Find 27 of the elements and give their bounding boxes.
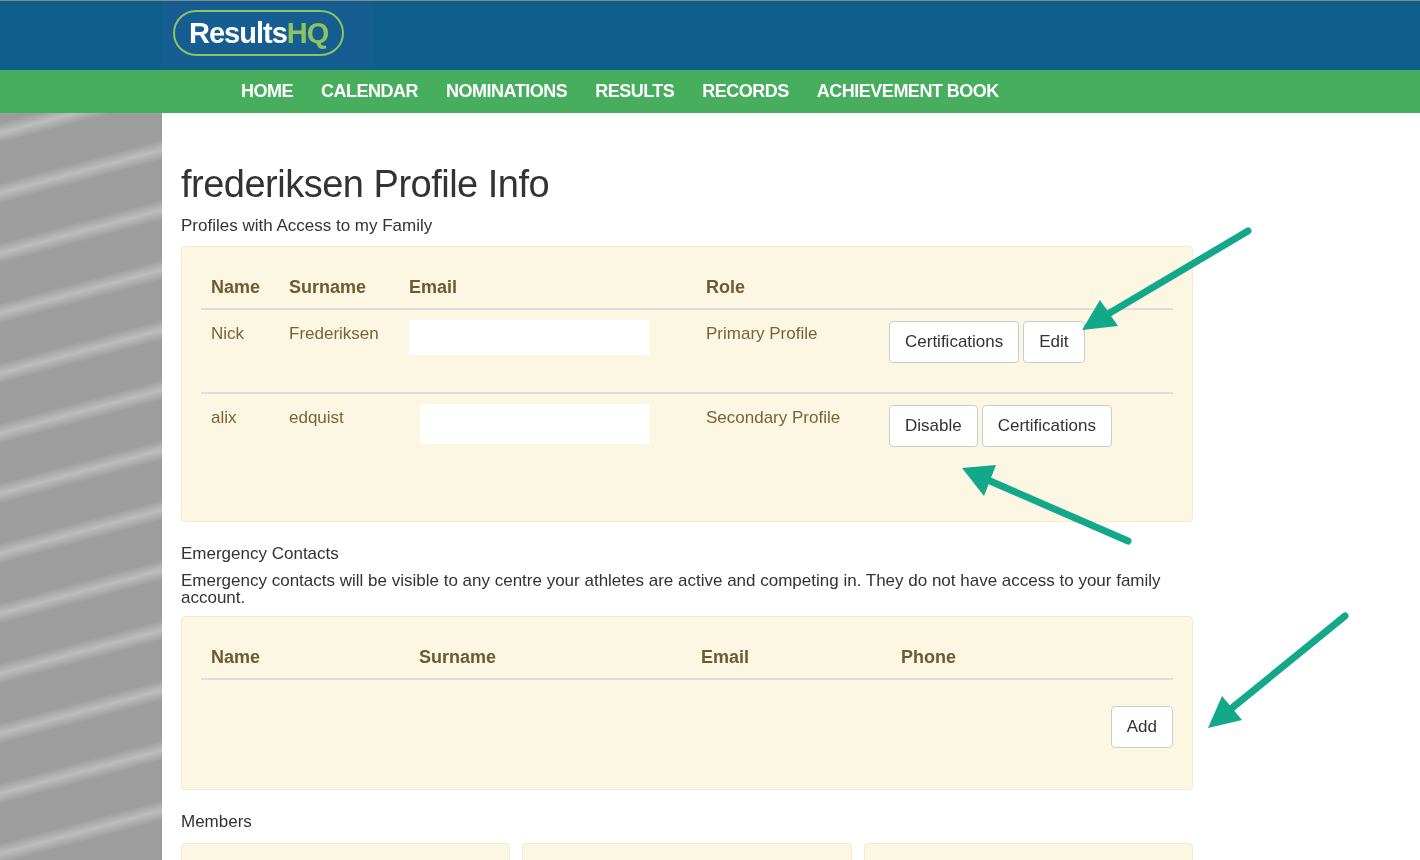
column-header: Email [409,277,459,298]
column-header: Surname [419,647,498,668]
logo-text: Results [189,16,287,50]
logo-accent-text: HQ [286,16,329,50]
info-text: Emergency contacts will be visible to any centre your athletes are active and competing in. They do not have access to your family account. [181,572,1162,606]
table-cell-text: alix [211,407,238,428]
section-heading: Emergency Contacts [181,544,340,564]
section-heading: Members [181,812,253,832]
page-title: frederiksen Profile Info [181,163,551,206]
table-cell-text: Nick [211,323,246,344]
add-button[interactable]: Add [1110,706,1173,748]
section-heading: Profiles with Access to my Family [181,216,434,236]
table-cell-text: Frederiksen [289,323,380,344]
table-cell-text: edquist [289,407,345,428]
table-cell-text: Secondary Profile [706,407,842,428]
column-header: Name [211,647,262,668]
action-button[interactable]: Certifications [889,321,1020,363]
action-button[interactable]: Disable [889,405,978,447]
column-header: Name [211,277,262,298]
column-header: Role [706,277,746,298]
table-cell-text: Primary Profile [706,323,819,344]
column-header: Phone [901,647,957,668]
column-header: Email [701,647,751,668]
logo-badge[interactable]: ResultsHQ [173,10,345,56]
column-header: Surname [289,277,368,298]
action-button[interactable]: Edit [1023,321,1085,363]
action-button[interactable]: Certifications [981,405,1112,447]
